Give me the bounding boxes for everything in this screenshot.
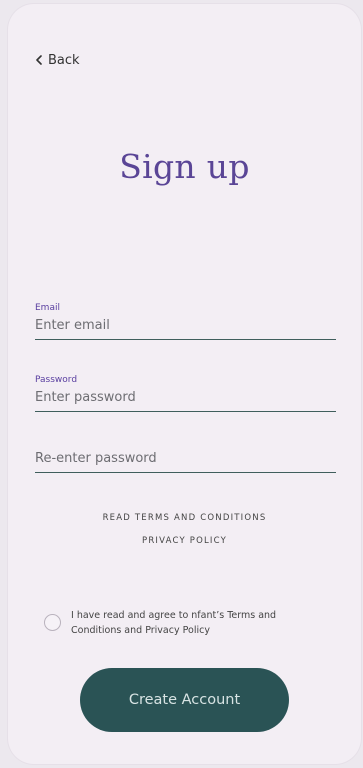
email-label: Email bbox=[35, 303, 60, 313]
password-field-group: Password bbox=[35, 374, 336, 412]
page-title: Sign up bbox=[119, 147, 250, 186]
confirm-password-field-group bbox=[35, 447, 336, 473]
password-input[interactable] bbox=[35, 386, 336, 412]
consent-row: I have read and agree to nfant’s Terms a… bbox=[44, 608, 324, 638]
email-input[interactable] bbox=[35, 314, 336, 340]
create-account-button[interactable]: Create Account bbox=[80, 668, 289, 732]
terms-link[interactable]: READ TERMS AND CONDITIONS bbox=[8, 513, 361, 523]
privacy-policy-link[interactable]: PRIVACY POLICY bbox=[8, 536, 361, 546]
back-label: Back bbox=[48, 52, 80, 68]
back-button[interactable]: Back bbox=[35, 50, 80, 70]
consent-checkbox[interactable] bbox=[44, 614, 61, 631]
confirm-password-input[interactable] bbox=[35, 447, 336, 473]
chevron-left-icon bbox=[36, 55, 42, 65]
screen: Back Sign up Email Password READ TERMS A… bbox=[8, 4, 361, 764]
email-field-group: Email bbox=[35, 302, 336, 340]
password-label: Password bbox=[35, 375, 78, 385]
consent-text: I have read and agree to nfant’s Terms a… bbox=[71, 610, 277, 636]
